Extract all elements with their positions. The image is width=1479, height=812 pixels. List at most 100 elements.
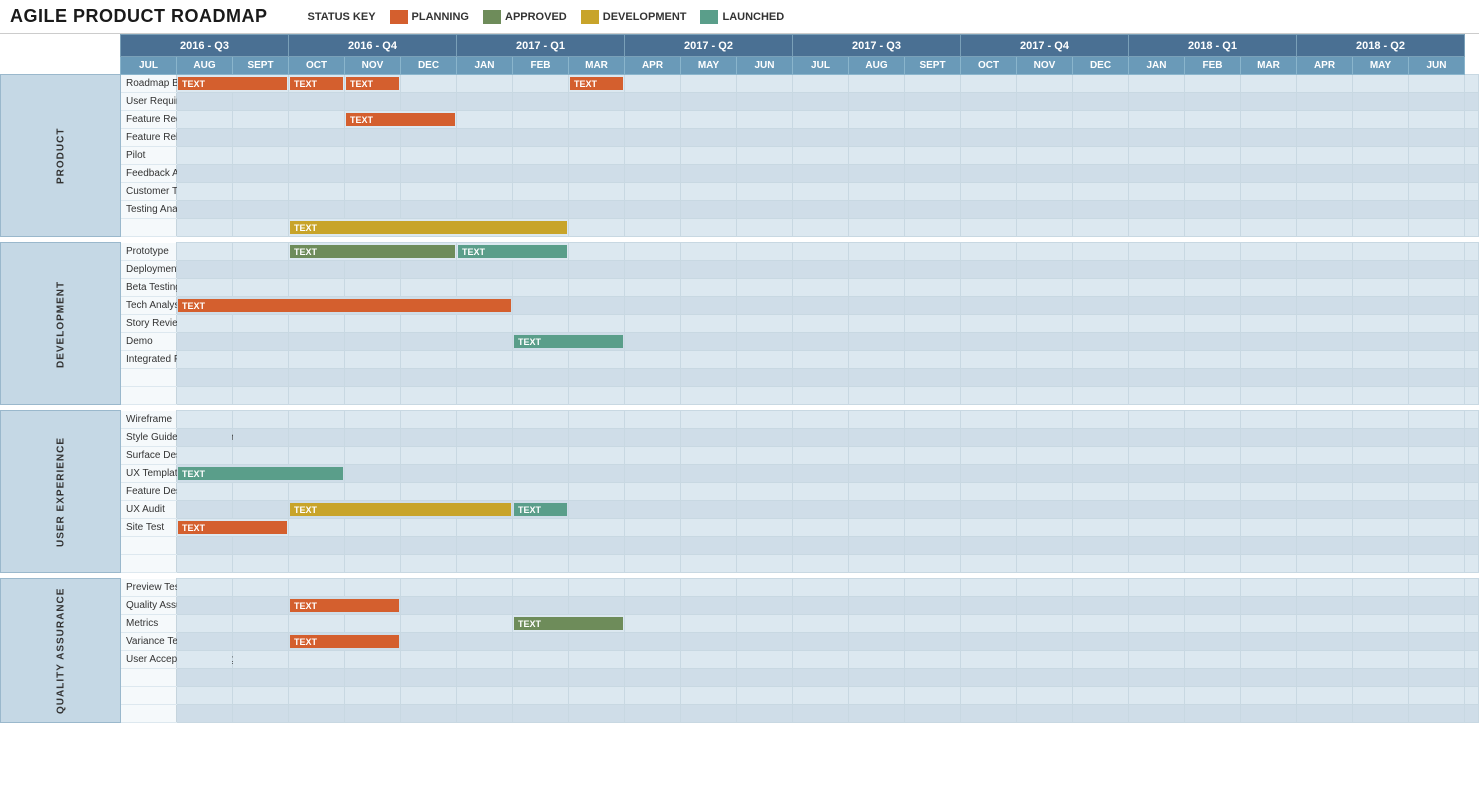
- gantt-cell-empty: [1073, 333, 1129, 351]
- gantt-cell-empty: [625, 687, 681, 705]
- gantt-cell-empty: [345, 129, 401, 147]
- month-header: NOV: [1017, 57, 1073, 75]
- gantt-cell-empty: [177, 261, 233, 279]
- gantt-cell-empty: [569, 219, 625, 237]
- gantt-cell-empty: [569, 633, 625, 651]
- gantt-cell-empty: [625, 411, 681, 429]
- gantt-cell-empty: [177, 633, 233, 651]
- gantt-cell-empty: [905, 555, 961, 573]
- gantt-cell-empty: [177, 429, 233, 447]
- gantt-cell-empty: [1297, 297, 1353, 315]
- gantt-cell-empty: [1129, 555, 1185, 573]
- gantt-cell-empty: [1465, 705, 1479, 723]
- gantt-cell-empty: [1241, 579, 1297, 597]
- gantt-cell-empty: [177, 483, 233, 501]
- gantt-cell-empty: [1129, 597, 1185, 615]
- gantt-cell-empty: [233, 165, 289, 183]
- task-label: [121, 219, 177, 237]
- gantt-cell-empty: [289, 333, 345, 351]
- gantt-cell-empty: [625, 537, 681, 555]
- gantt-cell-empty: [905, 111, 961, 129]
- gantt-cell-empty: [905, 219, 961, 237]
- gantt-cell-empty: [569, 297, 625, 315]
- task-row: DEVELOPMENTPrototypeTEXTTEXT: [1, 243, 1479, 261]
- status-item-launched: LAUNCHED: [700, 10, 784, 24]
- gantt-cell-empty: [681, 555, 737, 573]
- gantt-cell-empty: [905, 333, 961, 351]
- gantt-cell-empty: [1241, 501, 1297, 519]
- status-item-approved: APPROVED: [483, 10, 567, 24]
- gantt-cell-empty: [457, 429, 513, 447]
- gantt-cell-empty: [1073, 633, 1129, 651]
- task-label: Wireframe: [121, 411, 177, 429]
- gantt-cell-empty: [1297, 519, 1353, 537]
- gantt-cell-empty: [905, 447, 961, 465]
- task-bar: TEXT: [514, 617, 623, 630]
- gantt-cell-empty: [849, 537, 905, 555]
- gantt-cell-empty: [737, 501, 793, 519]
- gantt-cell-empty: [1353, 537, 1409, 555]
- gantt-cell-empty: [849, 147, 905, 165]
- gantt-cell-empty: [1073, 537, 1129, 555]
- gantt-cell-empty: [1185, 93, 1241, 111]
- gantt-cell-empty: [401, 555, 457, 573]
- gantt-cell-empty: [1017, 705, 1073, 723]
- gantt-cell-empty: [793, 183, 849, 201]
- gantt-cell-empty: [513, 369, 569, 387]
- gantt-cell-empty: [737, 351, 793, 369]
- gantt-cell-empty: [1297, 615, 1353, 633]
- gantt-cell-empty: [1353, 669, 1409, 687]
- gantt-cell-empty: [1017, 429, 1073, 447]
- gantt-cell-empty: [457, 687, 513, 705]
- gantt-cell-empty: [1465, 333, 1479, 351]
- gantt-cell-empty: [1465, 579, 1479, 597]
- gantt-cell-empty: [1297, 261, 1353, 279]
- gantt-cell-empty: [1073, 93, 1129, 111]
- gantt-cell-empty: [1073, 705, 1129, 723]
- gantt-cell-empty: [1017, 483, 1073, 501]
- gantt-cell-empty: [681, 537, 737, 555]
- gantt-cell-empty: [1465, 369, 1479, 387]
- gantt-cell-empty: [793, 447, 849, 465]
- gantt-cell-empty: [569, 261, 625, 279]
- gantt-cell-empty: [737, 669, 793, 687]
- gantt-cell-empty: [1073, 183, 1129, 201]
- gantt-cell-empty: [1129, 297, 1185, 315]
- gantt-cell-empty: [1129, 447, 1185, 465]
- gantt-cell-empty: [1241, 465, 1297, 483]
- task-row: User Requirements: [1, 93, 1479, 111]
- gantt-cell-empty: [1185, 537, 1241, 555]
- gantt-cell-empty: [905, 243, 961, 261]
- quarter-header: 2018 - Q2: [1297, 35, 1465, 57]
- gantt-cell-empty: [793, 537, 849, 555]
- gantt-table: 2016 - Q32016 - Q42017 - Q12017 - Q22017…: [0, 34, 1479, 729]
- gantt-cell-empty: [1297, 429, 1353, 447]
- gantt-cell-bar: TEXT: [177, 519, 289, 537]
- gantt-cell-empty: [233, 243, 289, 261]
- gantt-cell-empty: [1409, 537, 1465, 555]
- gantt-cell-bar: TEXT: [289, 501, 513, 519]
- gantt-cell-empty: [1465, 183, 1479, 201]
- gantt-cell-empty: [513, 447, 569, 465]
- month-header: DEC: [1073, 57, 1129, 75]
- gantt-cell-empty: [1353, 351, 1409, 369]
- gantt-cell-empty: [513, 705, 569, 723]
- gantt-cell-empty: [849, 387, 905, 405]
- header-empty-qtr: [1, 35, 121, 57]
- gantt-cell-empty: [849, 465, 905, 483]
- month-header: MAY: [1353, 57, 1409, 75]
- gantt-cell-empty: [345, 279, 401, 297]
- gantt-cell-empty: [905, 93, 961, 111]
- gantt-cell-empty: [961, 165, 1017, 183]
- gantt-cell-empty: [1129, 501, 1185, 519]
- gantt-cell-empty: [737, 183, 793, 201]
- task-bar: TEXT: [290, 221, 567, 234]
- gantt-cell-empty: [681, 129, 737, 147]
- gantt-cell-empty: [513, 183, 569, 201]
- task-row: PRODUCTRoadmap BriefTEXTTEXTTEXTTEXT: [1, 75, 1479, 93]
- gantt-cell-empty: [681, 597, 737, 615]
- gantt-cell-empty: [1409, 261, 1465, 279]
- gantt-cell-empty: [1297, 687, 1353, 705]
- gantt-cell-empty: [1185, 147, 1241, 165]
- task-row: [1, 537, 1479, 555]
